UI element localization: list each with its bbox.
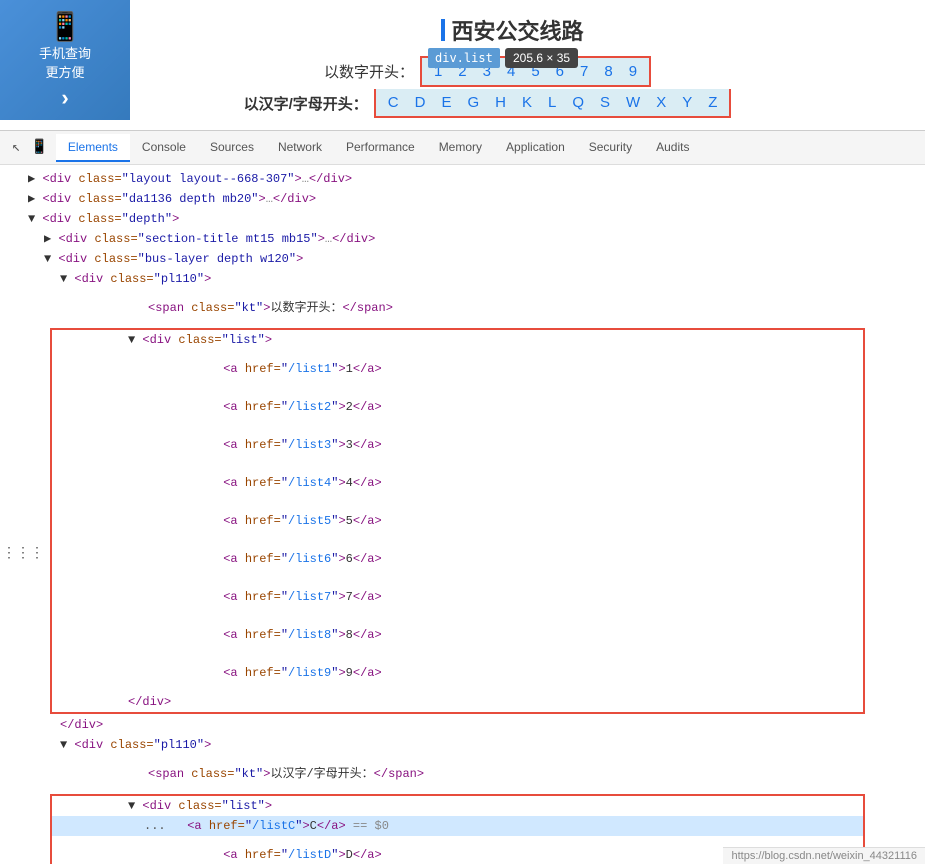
expand-icon[interactable]: ▼ [60, 736, 67, 754]
page-title: 西安公交线路 [441, 14, 583, 46]
tab-audits[interactable]: Audits [644, 134, 701, 162]
devtools-content: ⋮⋮⋮ ▶ <div class="layout layout--668-307… [0, 165, 925, 864]
expand-icon[interactable]: ▼ [128, 797, 135, 815]
html-line[interactable]: ▶ <div class="section-title mt15 mb15">…… [0, 229, 925, 249]
tab-network[interactable]: Network [266, 134, 334, 162]
letter-L[interactable]: L [548, 94, 556, 111]
expand-icon[interactable]: ▶ [28, 190, 35, 208]
tab-elements[interactable]: Elements [56, 134, 130, 162]
num-9[interactable]: 9 [629, 63, 637, 80]
letter-Y[interactable]: Y [682, 94, 692, 111]
cursor-icon[interactable]: ↖ [8, 139, 24, 156]
html-line[interactable]: ▶ <div class="da1136 depth mb20">…</div> [0, 189, 925, 209]
title-bar [441, 19, 445, 41]
html-line[interactable]: ▶ <div class="layout layout--668-307">…<… [0, 169, 925, 189]
expand-icon[interactable]: ▼ [28, 210, 35, 228]
letter-X[interactable]: X [656, 94, 666, 111]
letter-S[interactable]: S [600, 94, 610, 111]
html-line[interactable]: <span class="kt">以数字开头：</span> [0, 289, 925, 327]
letter-C[interactable]: C [388, 94, 399, 111]
tab-sources[interactable]: Sources [198, 134, 266, 162]
html-line[interactable]: ▼ <div class="bus-layer depth w120"> [0, 249, 925, 269]
html-line[interactable]: <a href="/list9">9</a> [52, 654, 863, 692]
status-bar: https://blog.csdn.net/weixin_44321116 [723, 847, 925, 864]
html-line[interactable]: <a href="/list2">2</a> [52, 388, 863, 426]
phone-arrow: › [61, 85, 68, 111]
letter-W[interactable]: W [626, 94, 640, 111]
letter-H[interactable]: H [495, 94, 506, 111]
letter-label: 以汉字/字母开头： [244, 93, 368, 114]
html-line-selected[interactable]: ... <a href="/listC">C</a> == $0 [52, 816, 863, 836]
html-line[interactable]: </div> [52, 692, 863, 712]
html-line[interactable]: <a href="/list5">5</a> [52, 502, 863, 540]
num-8[interactable]: 8 [604, 63, 612, 80]
html-line[interactable]: ▼ <div class="pl110"> [0, 269, 925, 289]
html-line[interactable]: <a href="/list3">3</a> [52, 426, 863, 464]
phone-line2: 更方便 [45, 62, 84, 81]
letter-Q[interactable]: Q [572, 94, 584, 111]
divlist-label: div.list [428, 48, 500, 68]
phone-line1: 手机查询 [39, 43, 91, 62]
divlist-size-tooltip: 205.6 × 35 [505, 48, 578, 68]
html-line[interactable]: <span class="kt">以汉字/字母开头：</span> [0, 755, 925, 793]
letter-E[interactable]: E [441, 94, 451, 111]
letters-box: C D E G H K L Q S W X Y Z [374, 89, 732, 118]
webpage-preview: 📱 手机查询 更方便 › 西安公交线路 div.list 205.6 × 35 … [0, 0, 925, 130]
letter-section: 以汉字/字母开头： C D E G H K L Q S W X Y Z [244, 89, 732, 118]
letter-K[interactable]: K [522, 94, 532, 111]
expand-icon[interactable]: ▼ [44, 250, 51, 268]
phone-banner[interactable]: 📱 手机查询 更方便 › [0, 0, 130, 120]
tab-application[interactable]: Application [494, 134, 577, 162]
html-line[interactable]: ▼ <div class="list"> [52, 330, 863, 350]
html-line[interactable]: <a href="/list6">6</a> [52, 540, 863, 578]
devtools-tab-bar: ↖ 📱 Elements Console Sources Network Per… [0, 131, 925, 165]
html-line[interactable]: <a href="/list7">7</a> [52, 578, 863, 616]
letter-G[interactable]: G [467, 94, 479, 111]
tab-console[interactable]: Console [130, 134, 198, 162]
sidebar-dots[interactable]: ⋮⋮⋮ [2, 545, 44, 562]
html-line[interactable]: <a href="/list1">1</a> [52, 350, 863, 388]
html-line[interactable]: ▼ <div class="depth"> [0, 209, 925, 229]
expand-icon[interactable]: ▼ [128, 331, 135, 349]
expand-icon[interactable]: ▶ [44, 230, 51, 248]
html-line[interactable]: ▼ <div class="pl110"> [0, 735, 925, 755]
title-text: 西安公交线路 [451, 14, 583, 46]
tab-performance[interactable]: Performance [334, 134, 427, 162]
device-icon[interactable]: 📱 [26, 139, 51, 156]
first-div-group: ▼ <div class="list"> <a href="/list1">1<… [50, 328, 865, 714]
html-line[interactable]: <a href="/list8">8</a> [52, 616, 863, 654]
tab-security[interactable]: Security [577, 134, 644, 162]
html-line[interactable]: </div> [0, 715, 925, 735]
letter-D[interactable]: D [415, 94, 426, 111]
letter-Z[interactable]: Z [708, 94, 717, 111]
number-label: 以数字开头： [324, 61, 414, 82]
expand-icon[interactable]: ▶ [28, 170, 35, 188]
html-line[interactable]: <a href="/list4">4</a> [52, 464, 863, 502]
expand-icon[interactable]: ▼ [60, 270, 67, 288]
html-line[interactable]: ▼ <div class="list"> [52, 796, 863, 816]
devtools-panel: ↖ 📱 Elements Console Sources Network Per… [0, 130, 925, 864]
tab-memory[interactable]: Memory [427, 134, 494, 162]
phone-icon: 📱 [48, 10, 83, 43]
num-7[interactable]: 7 [580, 63, 588, 80]
